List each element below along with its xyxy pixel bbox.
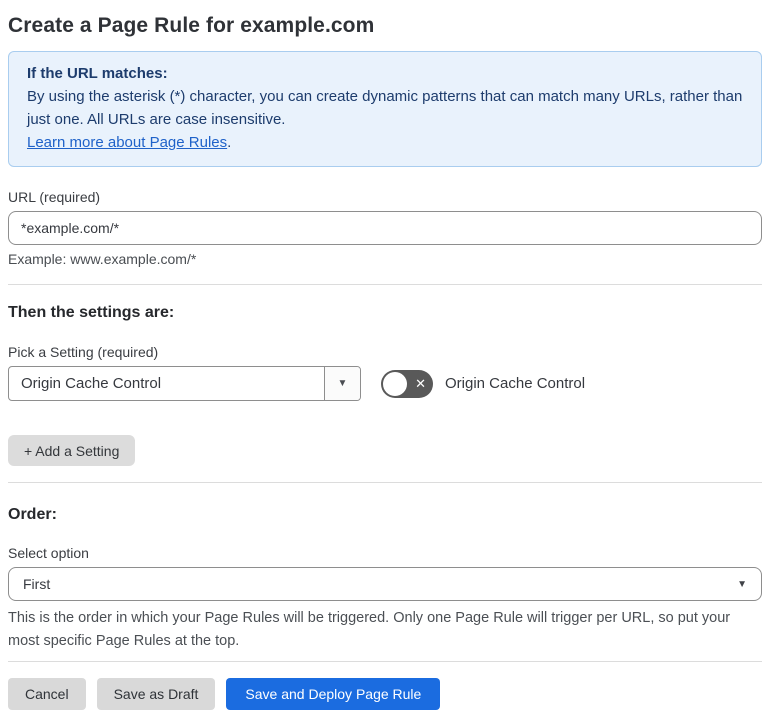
setting-row: Origin Cache Control ▼ ✕ Origin Cache Co… xyxy=(8,366,762,401)
order-select[interactable]: First ▼ xyxy=(8,567,762,601)
link-suffix: . xyxy=(227,134,232,151)
url-field-label: URL (required) xyxy=(8,189,101,205)
footer-actions: Cancel Save as Draft Save and Deploy Pag… xyxy=(8,678,762,710)
url-input[interactable] xyxy=(8,211,762,245)
info-box-heading: If the URL matches: xyxy=(27,65,168,82)
chevron-down-icon: ▼ xyxy=(337,378,348,389)
url-example-text: Example: www.example.com/* xyxy=(8,251,197,267)
cancel-button[interactable]: Cancel xyxy=(8,678,86,710)
toggle-knob xyxy=(383,371,407,396)
order-select-value: First xyxy=(23,576,51,592)
page-title: Create a Page Rule for example.com xyxy=(8,14,375,37)
save-and-deploy-button[interactable]: Save and Deploy Page Rule xyxy=(226,678,441,710)
divider xyxy=(8,661,762,662)
toggle-label: Origin Cache Control xyxy=(445,375,586,392)
settings-section-heading: Then the settings are: xyxy=(8,304,175,321)
info-box-link-line: Learn more about Page Rules. xyxy=(27,131,743,154)
divider xyxy=(8,284,762,285)
order-select-label: Select option xyxy=(8,545,89,561)
order-help-text: This is the order in which your Page Rul… xyxy=(8,610,731,649)
setting-select[interactable]: Origin Cache Control ▼ xyxy=(8,366,361,401)
pick-setting-label: Pick a Setting (required) xyxy=(8,344,159,360)
info-box-body: By using the asterisk (*) character, you… xyxy=(27,88,743,128)
learn-more-link[interactable]: Learn more about Page Rules xyxy=(27,134,227,151)
save-as-draft-button[interactable]: Save as Draft xyxy=(96,678,216,710)
origin-cache-control-toggle[interactable]: ✕ xyxy=(381,369,433,398)
url-match-info-box: If the URL matches: By using the asteris… xyxy=(8,51,762,167)
chevron-down-icon: ▼ xyxy=(737,578,747,590)
toggle-off-x-icon: ✕ xyxy=(415,375,426,391)
setting-select-value: Origin Cache Control xyxy=(21,375,162,392)
divider xyxy=(8,482,762,483)
order-section-heading: Order: xyxy=(8,506,57,523)
add-setting-button[interactable]: + Add a Setting xyxy=(8,435,136,466)
setting-select-arrow-button[interactable]: ▼ xyxy=(324,367,360,400)
page-rule-form: Create a Page Rule for example.com If th… xyxy=(0,0,770,710)
